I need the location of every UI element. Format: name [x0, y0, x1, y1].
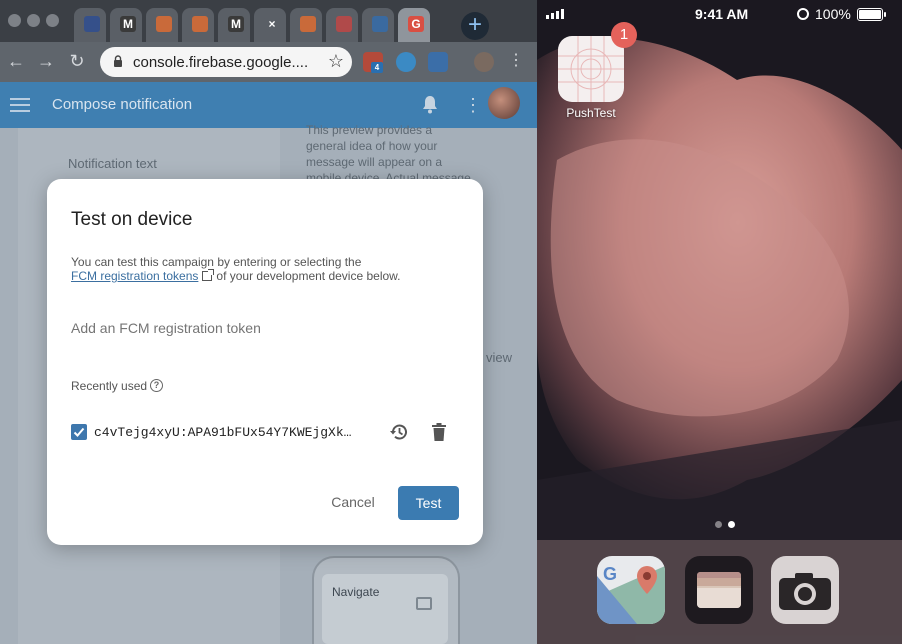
tab-favicon-icon: M — [120, 16, 136, 32]
browser-window: M M × G + ← → ↻ console.firebase.google....… — [0, 0, 537, 644]
browser-menu-icon[interactable]: ⋮ — [505, 50, 527, 72]
browser-tab[interactable] — [326, 8, 358, 42]
svg-text:G: G — [603, 564, 617, 584]
close-window-button[interactable] — [8, 14, 21, 27]
forward-button[interactable]: → — [35, 50, 57, 72]
dialog-description-line2: FCM registration tokens of your developme… — [71, 269, 401, 283]
status-bar: 9:41 AM 100% — [537, 0, 902, 30]
tab-favicon-icon: G — [408, 16, 424, 32]
tab-strip: M M × G + — [0, 0, 537, 42]
ios-home-screen: 9:41 AM 100% 1 PushTest G — [537, 0, 902, 644]
app-grid-icon — [558, 36, 624, 102]
more-vert-icon[interactable]: ⋮ — [464, 96, 482, 114]
tab-favicon-icon — [156, 16, 172, 32]
page-title: Compose notification — [52, 96, 193, 113]
tab-favicon-icon — [336, 16, 352, 32]
history-icon[interactable] — [389, 422, 409, 442]
hamburger-icon[interactable] — [10, 98, 30, 112]
extension-icon[interactable] — [396, 52, 416, 72]
battery-fill — [859, 10, 881, 19]
new-tab-button[interactable]: + — [461, 12, 489, 40]
tab-favicon-icon: × — [264, 16, 280, 32]
page-indicator — [537, 521, 902, 529]
dialog-title: Test on device — [71, 209, 193, 230]
dialog-description-line1: You can test this campaign by entering o… — [71, 255, 362, 269]
tab-favicon-icon — [84, 16, 100, 32]
back-button[interactable]: ← — [5, 50, 27, 72]
browser-tab[interactable] — [74, 8, 106, 42]
translate-extension-icon[interactable] — [428, 52, 448, 72]
star-icon[interactable]: ☆ — [328, 51, 344, 72]
browser-tab[interactable] — [146, 8, 178, 42]
url-text: console.firebase.google.... — [133, 54, 309, 71]
app-label: PushTest — [566, 106, 616, 120]
page-dot-active — [728, 521, 735, 528]
profile-icon[interactable] — [474, 52, 494, 72]
browser-tab[interactable]: G — [398, 8, 430, 42]
dock: G — [537, 540, 902, 644]
help-icon[interactable]: ? — [150, 379, 163, 392]
test-on-device-dialog: Test on device You can test this campaig… — [47, 179, 483, 545]
browser-tab[interactable] — [362, 8, 394, 42]
tab-favicon-icon — [192, 16, 208, 32]
token-checkbox[interactable] — [71, 424, 87, 440]
adblock-extension-icon[interactable]: 4 — [363, 52, 383, 73]
google-maps-app-icon[interactable]: G — [597, 556, 665, 624]
orientation-lock-icon — [797, 8, 809, 20]
cancel-button[interactable]: Cancel — [323, 487, 383, 517]
dialog-description-suffix: of your development device below. — [216, 269, 401, 283]
browser-tab[interactable] — [182, 8, 214, 42]
notification-text-label: Notification text — [68, 156, 157, 171]
bell-icon[interactable] — [421, 94, 439, 114]
browser-toolbar: ← → ↻ console.firebase.google.... ☆ 4 ⋮ — [0, 42, 537, 82]
browser-tab[interactable]: M — [218, 8, 250, 42]
pushtest-app-icon[interactable] — [558, 36, 624, 102]
maps-icon: G — [597, 564, 665, 624]
tab-favicon-icon — [300, 16, 316, 32]
token-value: c4vTejg4xyU:APA91bFUx54Y7KWEjgXk… — [94, 425, 352, 440]
signal-icon — [546, 9, 564, 19]
minimize-window-button[interactable] — [27, 14, 40, 27]
delete-icon[interactable] — [431, 422, 447, 442]
camera-app-icon[interactable] — [771, 556, 839, 624]
fcm-tokens-link[interactable]: FCM registration tokens — [71, 269, 198, 283]
open-in-new-icon — [202, 269, 215, 281]
fcm-token-input[interactable] — [71, 315, 451, 341]
recently-used-label: Recently used — [71, 379, 148, 393]
zoom-window-button[interactable] — [46, 14, 59, 27]
preview-label-fragment: view — [486, 350, 513, 365]
notification-badge: 1 — [611, 22, 637, 48]
browser-tab[interactable]: × — [254, 8, 286, 42]
wallet-icon — [697, 572, 741, 608]
tab-favicon-icon — [372, 16, 388, 32]
camera-icon — [779, 573, 831, 610]
browser-tab[interactable]: M — [110, 8, 142, 42]
preview-description: This preview provides a general idea of … — [306, 123, 471, 185]
address-bar[interactable]: console.firebase.google.... ☆ — [100, 47, 352, 77]
avatar[interactable] — [488, 87, 520, 119]
test-button[interactable]: Test — [398, 486, 459, 520]
battery-percentage: 100% — [815, 6, 851, 22]
status-time: 9:41 AM — [695, 6, 749, 22]
reload-button[interactable]: ↻ — [66, 50, 88, 72]
lock-icon — [114, 55, 122, 67]
wallet-app-icon[interactable] — [685, 556, 753, 624]
tab-favicon-icon: M — [228, 16, 244, 32]
battery-icon — [857, 8, 886, 21]
page-dot — [715, 521, 722, 528]
preview-notification-title: Navigate — [332, 585, 380, 599]
extension-badge: 4 — [371, 62, 383, 73]
check-icon — [73, 427, 85, 437]
image-icon — [416, 597, 432, 610]
browser-tab[interactable] — [290, 8, 322, 42]
